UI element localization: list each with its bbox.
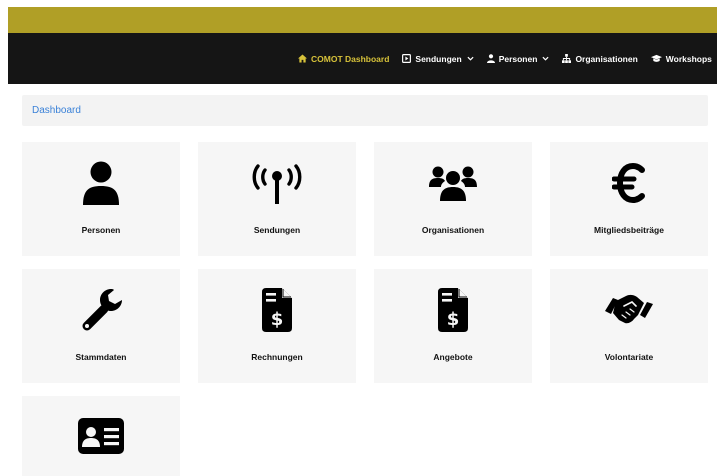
breadcrumb-dashboard-link[interactable]: Dashboard <box>32 105 81 116</box>
tile-rechnungen[interactable]: $ Rechnungen <box>198 269 356 383</box>
svg-text:$: $ <box>271 309 284 330</box>
nav-menu: COMOT Dashboard Sendungen Personen Organ… <box>298 33 717 84</box>
tile-label: Angebote <box>433 352 473 362</box>
tile-stammdaten[interactable]: Stammdaten <box>22 269 180 383</box>
tile-label: Mitgliedsbeiträge <box>594 225 664 235</box>
nav-item-label: Organisationen <box>575 53 638 64</box>
breadcrumb: Dashboard <box>22 95 708 126</box>
tile-personen[interactable]: Personen <box>22 142 180 256</box>
nav-item-personen[interactable]: Personen <box>486 53 550 64</box>
play-square-icon <box>402 54 412 63</box>
tile-label: Stammdaten <box>75 352 127 362</box>
nav-item-label: Workshops <box>665 53 712 64</box>
nav-item-organisationen[interactable]: Organisationen <box>562 53 638 64</box>
home-icon <box>298 54 307 63</box>
user-icon <box>22 160 180 206</box>
nav-item-sendungen[interactable]: Sendungen <box>402 53 474 64</box>
navbar: COMOT Dashboard Sendungen Personen Organ… <box>8 33 717 84</box>
handshake-icon <box>550 287 708 333</box>
chevron-down-icon <box>467 56 474 61</box>
tile-sendungen[interactable]: Sendungen <box>198 142 356 256</box>
broadcast-tower-icon <box>198 160 356 206</box>
tile-id-card[interactable] <box>22 396 180 476</box>
invoice-dollar-icon: $ <box>374 287 532 333</box>
tile-label: Personen <box>81 225 121 235</box>
tile-label: Rechnungen <box>251 352 303 362</box>
tile-angebote[interactable]: $ Angebote <box>374 269 532 383</box>
users-icon <box>374 160 532 206</box>
tile-label: Sendungen <box>253 225 301 235</box>
graduation-cap-icon <box>650 54 662 63</box>
svg-text:$: $ <box>447 309 460 330</box>
tile-mitgliedsbeitraege[interactable]: Mitgliedsbeiträge <box>550 142 708 256</box>
tile-label: Volontariate <box>604 352 654 362</box>
nav-item-label: Personen <box>498 53 538 64</box>
invoice-dollar-icon: $ <box>198 287 356 333</box>
wrench-icon <box>22 287 180 333</box>
tile-label: Organisationen <box>421 225 485 235</box>
id-card-icon <box>22 411 180 461</box>
chevron-down-icon <box>542 56 549 61</box>
nav-item-workshops[interactable]: Workshops <box>650 53 712 64</box>
top-accent-bar <box>8 7 717 33</box>
nav-item-dashboard[interactable]: COMOT Dashboard <box>298 54 389 64</box>
sitemap-icon <box>562 54 572 63</box>
nav-item-label: COMOT Dashboard <box>311 53 390 64</box>
euro-icon <box>550 160 708 206</box>
nav-item-label: Sendungen <box>415 53 462 64</box>
tile-volontariate[interactable]: Volontariate <box>550 269 708 383</box>
tile-organisationen[interactable]: Organisationen <box>374 142 532 256</box>
user-icon <box>486 54 495 63</box>
